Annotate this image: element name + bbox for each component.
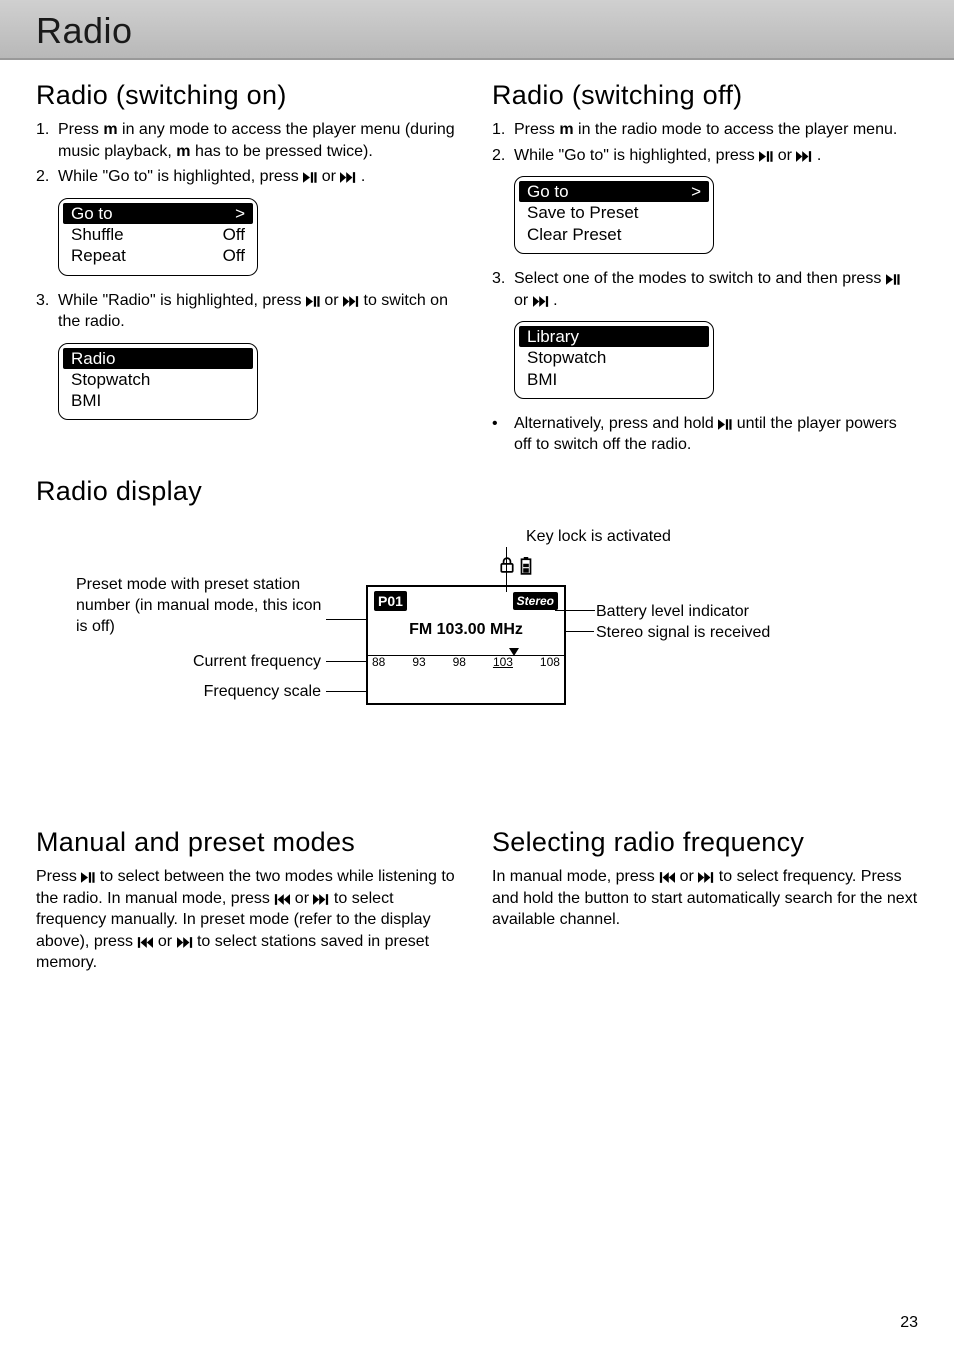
selecting-frequency-section: Selecting radio frequency In manual mode… bbox=[492, 827, 918, 974]
step-1: 1.Press m in any mode to access the play… bbox=[36, 119, 462, 162]
section-heading-switching-off: Radio (switching off) bbox=[492, 80, 918, 111]
prev-icon bbox=[274, 894, 290, 905]
page-title: Radio bbox=[36, 10, 918, 52]
play-pause-icon bbox=[306, 296, 320, 307]
play-pause-icon bbox=[718, 419, 732, 430]
manual-preset-section: Manual and preset modes Press to select … bbox=[36, 827, 462, 974]
lock-icon bbox=[500, 557, 514, 573]
section-heading-manual-preset: Manual and preset modes bbox=[36, 827, 462, 858]
steps-switching-on-cont: 3.While "Radio" is highlighted, press or… bbox=[36, 290, 462, 333]
prev-icon bbox=[659, 872, 675, 883]
next-icon bbox=[177, 937, 193, 948]
next-icon bbox=[796, 151, 812, 162]
callout-scale: Frequency scale bbox=[136, 682, 321, 703]
step-2: 2.While "Go to" is highlighted, press or… bbox=[36, 166, 462, 188]
next-icon bbox=[340, 172, 356, 183]
page-number: 23 bbox=[900, 1314, 918, 1332]
player-menu-screen-1: Go to> ShuffleOff RepeatOff bbox=[58, 198, 258, 276]
radio-display-figure: Key lock is activated Preset mode with p… bbox=[36, 527, 918, 807]
callout-preset: Preset mode with preset station number (… bbox=[76, 575, 326, 637]
steps-switching-off-cont: 3.Select one of the modes to switch to a… bbox=[492, 268, 918, 311]
next-icon bbox=[698, 872, 714, 883]
callout-battery: Battery level indicator bbox=[596, 602, 749, 623]
manual-preset-body: Press to select between the two modes wh… bbox=[36, 866, 462, 974]
steps-switching-on: 1.Press m in any mode to access the play… bbox=[36, 119, 462, 188]
callout-stereo: Stereo signal is received bbox=[596, 623, 770, 644]
frequency-scale: 88 93 98 103 108 bbox=[368, 655, 564, 670]
step-3: 3.Select one of the modes to switch to a… bbox=[492, 268, 918, 311]
stereo-indicator: Stereo bbox=[513, 592, 558, 610]
step-1: 1.Press m in the radio mode to access th… bbox=[492, 119, 918, 141]
player-menu-screen-2: Radio Stopwatch BMI bbox=[58, 343, 258, 421]
prev-icon bbox=[137, 937, 153, 948]
selecting-frequency-body: In manual mode, press or to select frequ… bbox=[492, 866, 918, 931]
callout-frequency: Current frequency bbox=[136, 652, 321, 673]
alternative-note: • Alternatively, press and hold until th… bbox=[492, 413, 918, 456]
next-icon bbox=[343, 296, 359, 307]
callout-keylock: Key lock is activated bbox=[526, 527, 671, 548]
next-icon bbox=[533, 296, 549, 307]
player-menu-screen-4: Library Stopwatch BMI bbox=[514, 321, 714, 399]
next-icon bbox=[313, 894, 329, 905]
preset-indicator: P01 bbox=[374, 591, 407, 611]
page-header: Radio bbox=[0, 0, 954, 60]
section-heading-selecting-frequency: Selecting radio frequency bbox=[492, 827, 918, 858]
section-heading-switching-on: Radio (switching on) bbox=[36, 80, 462, 111]
play-pause-icon bbox=[303, 172, 317, 183]
play-pause-icon bbox=[886, 274, 900, 285]
play-pause-icon bbox=[759, 151, 773, 162]
battery-icon bbox=[520, 557, 532, 575]
step-2: 2.While "Go to" is highlighted, press or… bbox=[492, 145, 918, 167]
left-column: Radio (switching on) 1.Press m in any mo… bbox=[36, 80, 462, 456]
radio-display-section: Radio display Key lock is activated Pres… bbox=[0, 456, 954, 807]
section-heading-radio-display: Radio display bbox=[36, 476, 918, 507]
right-column: Radio (switching off) 1.Press m in the r… bbox=[492, 80, 918, 456]
player-menu-screen-3: Go to> Save to Preset Clear Preset bbox=[514, 176, 714, 254]
step-3: 3.While "Radio" is highlighted, press or… bbox=[36, 290, 462, 333]
frequency-readout: FM 103.00 MHz bbox=[368, 621, 564, 639]
play-pause-icon bbox=[81, 872, 95, 883]
radio-lcd-screen: P01 Stereo FM 103.00 MHz 88 93 98 103 10… bbox=[366, 585, 566, 705]
steps-switching-off: 1.Press m in the radio mode to access th… bbox=[492, 119, 918, 166]
